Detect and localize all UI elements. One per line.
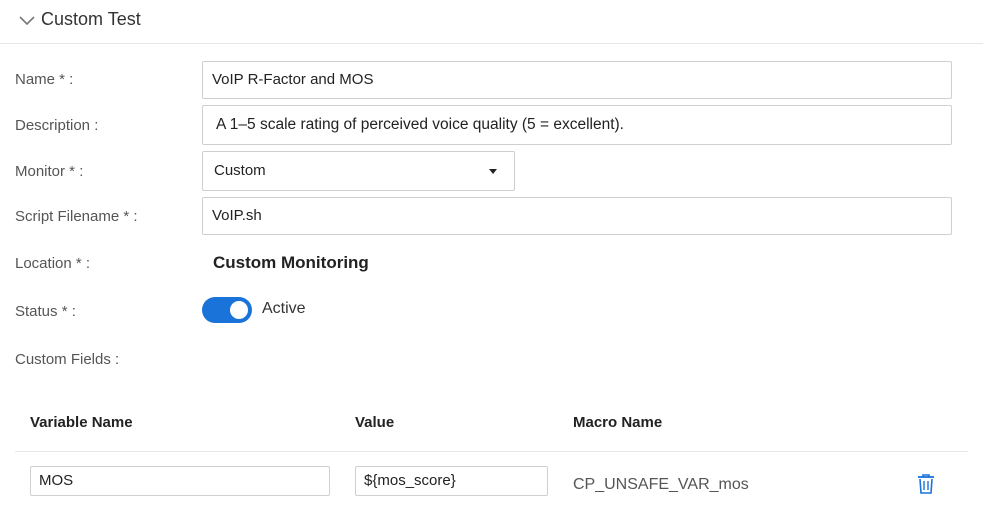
chevron-down-icon[interactable] bbox=[18, 12, 36, 28]
location-label: Location * : bbox=[15, 255, 91, 272]
variable-value-input[interactable]: ${mos_score} bbox=[355, 466, 548, 496]
status-value: Active bbox=[262, 300, 306, 317]
description-label: Description : bbox=[15, 117, 99, 134]
script-filename-label: Script Filename * : bbox=[15, 208, 138, 225]
section-header[interactable]: Custom Test bbox=[0, 0, 983, 44]
name-label: Name * : bbox=[15, 71, 74, 88]
trash-icon[interactable] bbox=[916, 473, 936, 495]
description-input[interactable]: A 1–5 scale rating of perceived voice qu… bbox=[202, 105, 952, 145]
status-toggle[interactable] bbox=[202, 297, 252, 323]
custom-fields-label: Custom Fields : bbox=[15, 351, 120, 368]
status-label: Status * : bbox=[15, 303, 76, 320]
variable-name-input[interactable]: MOS bbox=[30, 466, 330, 496]
column-header-macro-name: Macro Name bbox=[573, 414, 663, 431]
toggle-knob bbox=[230, 301, 248, 319]
name-input[interactable]: VoIP R-Factor and MOS bbox=[202, 61, 952, 99]
section-title: Custom Test bbox=[41, 9, 141, 29]
table-divider bbox=[15, 451, 968, 452]
location-value: Custom Monitoring bbox=[213, 253, 369, 272]
column-header-variable-name: Variable Name bbox=[30, 414, 133, 431]
macro-name: CP_UNSAFE_VAR_mos bbox=[573, 476, 749, 493]
monitor-label: Monitor * : bbox=[15, 163, 84, 180]
column-header-value: Value bbox=[355, 414, 395, 431]
script-filename-input[interactable]: VoIP.sh bbox=[202, 197, 952, 235]
caret-down-icon bbox=[489, 169, 497, 174]
monitor-select[interactable]: Custom bbox=[202, 151, 515, 191]
monitor-select-value: Custom bbox=[214, 162, 266, 179]
